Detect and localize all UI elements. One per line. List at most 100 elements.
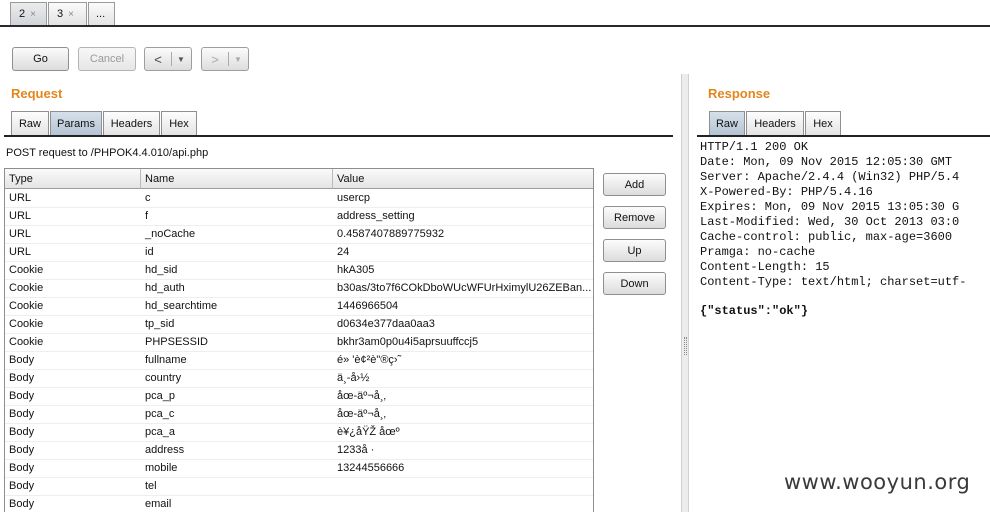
cell-value: åœ-äº¬å¸‚ [337, 408, 386, 420]
table-row[interactable]: Body email [5, 496, 593, 512]
tab-2-label: 2 [19, 8, 26, 20]
response-tabs-divider [697, 135, 990, 137]
table-row[interactable]: Body fullname é» 'è¢²è"®ç›˜ [5, 352, 593, 370]
cell-name: address [145, 444, 185, 456]
cell-type: URL [9, 192, 32, 204]
cell-type: Cookie [9, 336, 44, 348]
cell-value: è¥¿åŸŽ åœº [337, 426, 400, 438]
cell-name: pca_p [145, 390, 175, 402]
down-button[interactable]: Down [603, 272, 666, 295]
tab-response-raw[interactable]: Raw [709, 111, 745, 135]
add-button[interactable]: Add [603, 173, 666, 196]
cell-type: Cookie [9, 318, 44, 330]
tab-request-headers[interactable]: Headers [103, 111, 160, 135]
back-dropdown-icon[interactable]: ▼ [172, 55, 190, 64]
table-row[interactable]: Cookie hd_searchtime 1446966504 [5, 298, 593, 316]
cell-name: c [145, 192, 151, 204]
cell-name: hd_sid [145, 264, 178, 276]
cell-type: Body [9, 462, 35, 474]
cell-name: email [145, 498, 172, 510]
table-row[interactable]: Body pca_c åœ-äº¬å¸‚ [5, 406, 593, 424]
table-row[interactable]: URL c usercp [5, 190, 593, 208]
cell-type: Cookie [9, 300, 44, 312]
response-line: Server: Apache/2.4.4 (Win32) PHP/5.4 [700, 170, 960, 184]
cell-name: tel [145, 480, 157, 492]
back-button[interactable]: < ▼ [144, 47, 192, 71]
tab-more-label: ... [96, 8, 106, 20]
cell-value: 1233å · [337, 444, 375, 456]
panel-splitter[interactable] [681, 74, 689, 512]
column-value[interactable]: Value [333, 169, 593, 189]
tab-request-hex[interactable]: Hex [161, 111, 197, 135]
column-type[interactable]: Type [5, 169, 141, 189]
cell-type: Body [9, 408, 35, 420]
cell-value: d0634e377daa0aa3 [337, 318, 435, 330]
cell-type: Body [9, 390, 35, 402]
response-line: Content-Length: 15 [700, 260, 830, 274]
response-line: Content-Type: text/html; charset=utf- [700, 275, 967, 289]
cell-value: ä¸-å›½ [337, 372, 370, 384]
table-row[interactable]: Body country ä¸-å›½ [5, 370, 593, 388]
table-row[interactable]: URL f address_setting [5, 208, 593, 226]
up-button[interactable]: Up [603, 239, 666, 262]
tab-strip-divider [0, 25, 990, 27]
cell-type: Body [9, 354, 35, 366]
remove-button[interactable]: Remove [603, 206, 666, 229]
tab-more[interactable]: ... [88, 2, 115, 26]
forward-dropdown-icon[interactable]: ▼ [229, 55, 247, 64]
tab-response-hex[interactable]: Hex [805, 111, 841, 135]
request-tabs-divider [4, 135, 673, 137]
response-line: Date: Mon, 09 Nov 2015 12:05:30 GMT [700, 155, 953, 169]
tab-3-label: 3 [57, 8, 64, 20]
table-row[interactable]: Body pca_a è¥¿åŸŽ åœº [5, 424, 593, 442]
table-row[interactable]: Cookie hd_sid hkA305 [5, 262, 593, 280]
table-row[interactable]: URL id 24 [5, 244, 593, 262]
table-row[interactable]: Body tel [5, 478, 593, 496]
cell-value [333, 478, 593, 496]
cell-name: pca_a [145, 426, 175, 438]
cell-name: pca_c [145, 408, 175, 420]
response-raw-text[interactable]: HTTP/1.1 200 OK Date: Mon, 09 Nov 2015 12… [700, 140, 990, 290]
column-name[interactable]: Name [141, 169, 333, 189]
tab-3-close-icon[interactable]: × [68, 9, 74, 20]
table-row[interactable]: Cookie hd_auth b30as/3to7f6COkDboWUcWFUrHx… [5, 280, 593, 298]
response-line: Pramga: no-cache [700, 245, 816, 259]
cell-name: _noCache [145, 228, 196, 240]
tab-3[interactable]: 3 × [48, 2, 87, 26]
response-line: Cache-control: public, max-age=3600 [700, 230, 953, 244]
cell-name: tp_sid [145, 318, 175, 330]
response-body-json[interactable]: {"status":"ok"} [700, 304, 808, 318]
cell-type: Cookie [9, 264, 44, 276]
params-table: Type Name Value URL c usercp URL f address_se… [4, 168, 594, 512]
tab-response-headers[interactable]: Headers [746, 111, 804, 135]
tab-request-params[interactable]: Params [50, 111, 102, 135]
forward-button[interactable]: > ▼ [201, 47, 249, 71]
post-request-label: POST request to /PHPOK4.4.010/api.php [6, 147, 209, 159]
go-button[interactable]: Go [12, 47, 69, 71]
tab-2[interactable]: 2 × [10, 2, 47, 26]
table-row[interactable]: Cookie PHPSESSID bkhr3am0p0u4i5aprsuuffccj… [5, 334, 593, 352]
cell-value: é» 'è¢²è"®ç›˜ [337, 354, 402, 366]
table-row[interactable]: Body mobile 13244556666 [5, 460, 593, 478]
cell-type: Body [9, 498, 35, 510]
tab-2-close-icon[interactable]: × [30, 9, 36, 20]
table-row[interactable]: Body address 1233å · [5, 442, 593, 460]
table-row[interactable]: URL _noCache 0.4587407889775932 [5, 226, 593, 244]
cell-name: mobile [145, 462, 178, 474]
table-row[interactable]: Cookie tp_sid d0634e377daa0aa3 [5, 316, 593, 334]
chevron-right-icon: > [211, 51, 219, 67]
cancel-button[interactable]: Cancel [78, 47, 136, 71]
cell-type: URL [9, 210, 32, 222]
chevron-left-icon: < [154, 51, 162, 67]
tab-request-raw[interactable]: Raw [11, 111, 49, 135]
cell-value: hkA305 [337, 264, 375, 276]
cell-name: PHPSESSID [145, 336, 208, 348]
cell-type: Body [9, 372, 35, 384]
cell-value [333, 496, 593, 512]
cell-name: id [145, 246, 154, 258]
cell-value: 13244556666 [337, 462, 405, 474]
cell-value: bkhr3am0p0u4i5aprsuuffccj5 [337, 336, 479, 348]
table-row[interactable]: Body pca_p åœ-äº¬å¸‚ [5, 388, 593, 406]
editor-tab-strip: 2 × 3 × ... [0, 0, 990, 27]
splitter-grip-icon[interactable] [684, 337, 687, 355]
